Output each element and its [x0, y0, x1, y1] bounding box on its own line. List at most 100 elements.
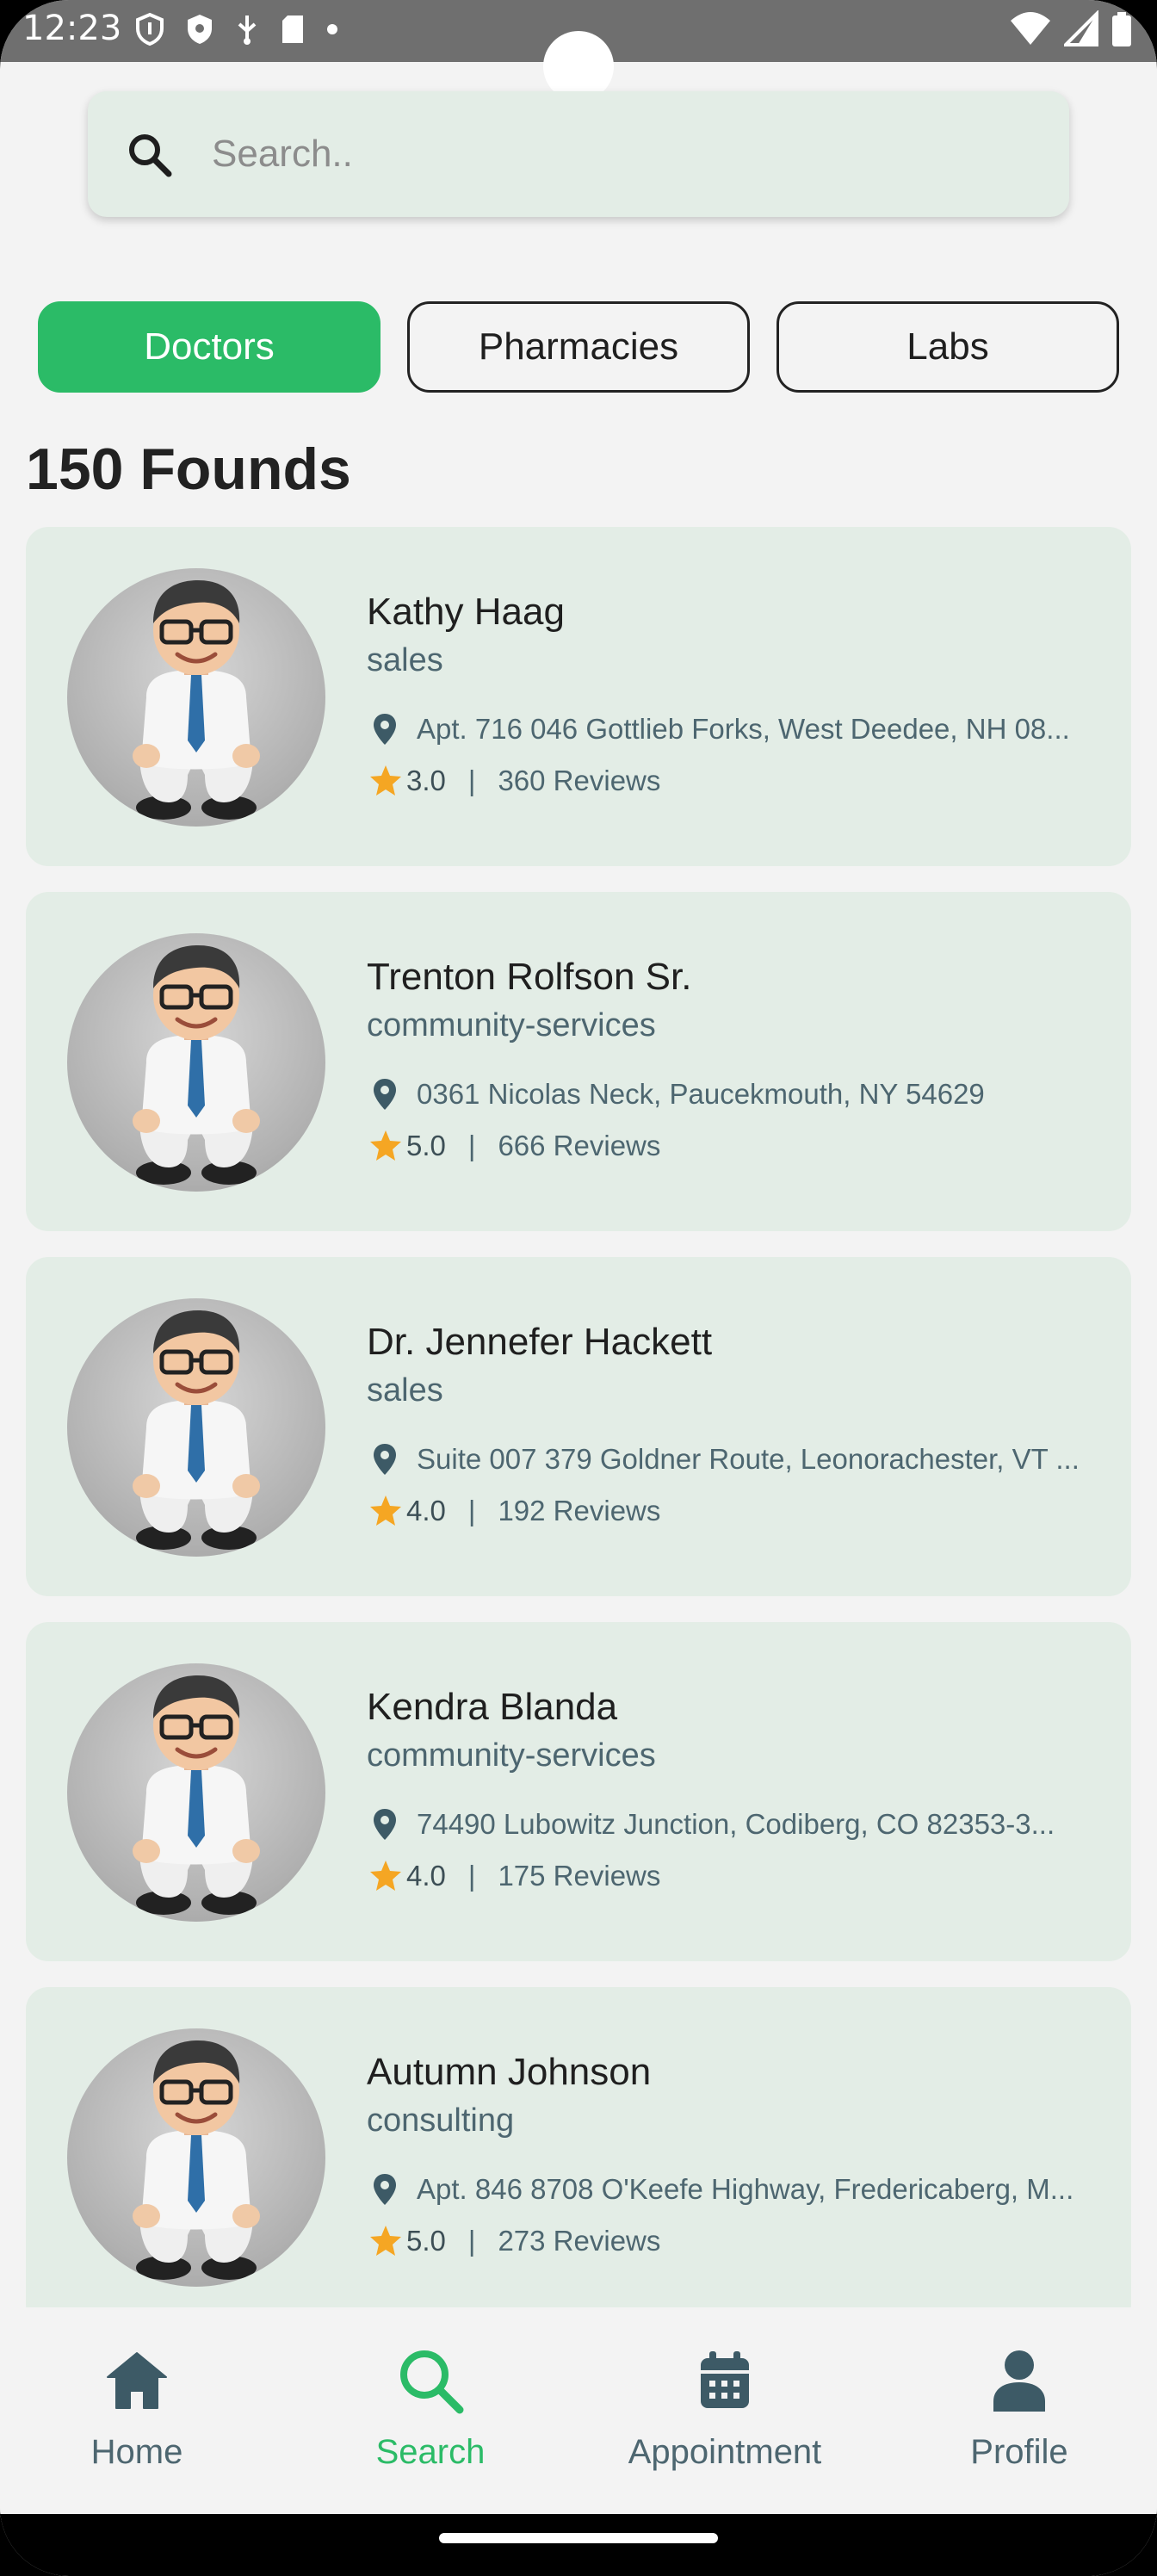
- review-count: 666 Reviews: [498, 1130, 661, 1161]
- star-icon: [370, 1495, 401, 1526]
- doctor-name: Kendra Blanda: [367, 1686, 618, 1728]
- result-card[interactable]: Trenton Rolfson Sr. community-services 0…: [26, 892, 1131, 1231]
- doctor-specialty: community-services: [367, 1007, 656, 1043]
- doctor-address: Apt. 846 8708 O'Keefe Highway, Frederica…: [372, 2170, 1112, 2209]
- location-pin-icon: [374, 2174, 396, 2205]
- usb-icon: [238, 15, 257, 45]
- doctor-name: Kathy Haag: [367, 591, 565, 633]
- rating-separator: |: [467, 1130, 476, 1161]
- result-card[interactable]: Dr. Jennefer Hackett sales Suite 007 379…: [26, 1257, 1131, 1596]
- home-icon: [107, 2352, 167, 2409]
- rating-value: 5.0: [406, 2225, 446, 2257]
- tab-doctors[interactable]: Doctors: [38, 301, 381, 393]
- shield-outline-icon: [136, 12, 164, 46]
- status-time: 12:23: [22, 9, 122, 48]
- doctor-name: Trenton Rolfson Sr.: [367, 956, 692, 998]
- doctor-address: 0361 Nicolas Neck, Paucekmouth, NY 54629: [372, 1074, 1112, 1114]
- dot-icon: [327, 24, 337, 34]
- rating-value: 4.0: [406, 1495, 446, 1526]
- result-card[interactable]: Kendra Blanda community-services 74490 L…: [26, 1622, 1131, 1961]
- category-tabs: Doctors Pharmacies Labs: [38, 301, 1119, 393]
- rating-value: 5.0: [406, 1130, 446, 1161]
- rating-separator: |: [467, 2225, 476, 2257]
- search-icon: [400, 2350, 464, 2414]
- person-icon: [993, 2350, 1045, 2412]
- sd-card-icon: [282, 15, 303, 43]
- star-icon: [370, 1130, 401, 1161]
- doctor-specialty: sales: [367, 642, 443, 678]
- rating-value: 4.0: [406, 1860, 446, 1892]
- search-icon: [129, 134, 172, 177]
- doctor-avatar: [67, 1298, 325, 1557]
- doctor-address: 74490 Lubowitz Junction, Codiberg, CO 82…: [372, 1805, 1112, 1844]
- nav-appointment-label: Appointment: [628, 2433, 822, 2471]
- doctor-avatar-illustration: [133, 1310, 260, 1550]
- nav-search[interactable]: Search: [301, 2344, 560, 2481]
- nav-profile-label: Profile: [970, 2433, 1068, 2471]
- star-icon: [370, 2226, 401, 2256]
- shield-filled-icon: [188, 15, 212, 44]
- location-pin-icon: [374, 1809, 396, 1840]
- doctor-avatar: [67, 568, 325, 827]
- doctor-address-text: 0361 Nicolas Neck, Paucekmouth, NY 54629: [417, 1078, 985, 1110]
- status-icons-left: [134, 12, 339, 46]
- search-bar[interactable]: [88, 91, 1069, 217]
- star-icon: [370, 1861, 401, 1891]
- phone-screen: 12:23 Doctors Pharmacies Labs 150 Founds: [0, 0, 1157, 2576]
- doctor-avatar-illustration: [133, 580, 260, 820]
- doctor-address: Suite 007 379 Goldner Route, Leonoraches…: [372, 1440, 1112, 1479]
- review-count: 360 Reviews: [498, 765, 661, 796]
- rating-separator: |: [467, 1860, 476, 1892]
- review-count: 192 Reviews: [498, 1495, 661, 1526]
- doctor-address-text: Apt. 846 8708 O'Keefe Highway, Frederica…: [417, 2173, 1074, 2205]
- doctor-name: Autumn Johnson: [367, 2051, 652, 2093]
- tab-labs[interactable]: Labs: [776, 301, 1119, 393]
- signal-icon: [1064, 10, 1098, 46]
- doctor-specialty: community-services: [367, 1737, 656, 1774]
- bottom-navigation: Home Search Appointment Profile: [0, 2307, 1157, 2514]
- rating-separator: |: [467, 765, 476, 796]
- doctor-specialty: consulting: [367, 2102, 515, 2139]
- result-card[interactable]: Autumn Johnson consulting Apt. 846 8708 …: [26, 1987, 1131, 2307]
- location-pin-icon: [374, 1079, 396, 1110]
- review-count: 175 Reviews: [498, 1860, 661, 1892]
- doctor-avatar-illustration: [133, 1675, 260, 1915]
- doctor-address: Apt. 716 046 Gottlieb Forks, West Deedee…: [372, 709, 1112, 749]
- calendar-icon: [701, 2351, 749, 2408]
- doctor-avatar: [67, 2028, 325, 2287]
- doctor-address-text: Suite 007 379 Goldner Route, Leonoraches…: [417, 1443, 1080, 1475]
- rating-value: 3.0: [406, 765, 446, 796]
- star-icon: [370, 765, 401, 796]
- doctor-name: Dr. Jennefer Hackett: [367, 1321, 713, 1363]
- doctor-avatar: [67, 933, 325, 1192]
- search-input[interactable]: [212, 121, 1038, 188]
- rating-separator: |: [467, 1495, 476, 1526]
- doctor-address-text: Apt. 716 046 Gottlieb Forks, West Deedee…: [417, 713, 1070, 745]
- tab-pharmacies[interactable]: Pharmacies: [407, 301, 750, 393]
- nav-profile[interactable]: Profile: [890, 2344, 1148, 2481]
- doctor-avatar: [67, 1663, 325, 1922]
- nav-home[interactable]: Home: [8, 2344, 266, 2481]
- results-list[interactable]: Kathy Haag sales Apt. 716 046 Gottlieb F…: [26, 527, 1131, 2307]
- nav-home-label: Home: [90, 2433, 183, 2471]
- doctor-avatar-illustration: [133, 945, 260, 1185]
- doctor-specialty: sales: [367, 1372, 443, 1409]
- doctor-avatar-illustration: [133, 2040, 260, 2280]
- doctor-address-text: 74490 Lubowitz Junction, Codiberg, CO 82…: [417, 1808, 1055, 1840]
- location-pin-icon: [374, 1444, 396, 1475]
- status-icons-right: [1009, 10, 1133, 48]
- battery-icon: [1112, 12, 1131, 46]
- doctor-rating: 5.0 | 273 Reviews: [368, 2221, 660, 2261]
- doctor-rating: 4.0 | 175 Reviews: [368, 1856, 660, 1896]
- doctor-rating: 3.0 | 360 Reviews: [368, 761, 660, 801]
- nav-search-label: Search: [375, 2433, 486, 2471]
- home-gesture-handle[interactable]: [439, 2533, 718, 2543]
- results-count-title: 150 Founds: [26, 437, 351, 502]
- nav-appointment[interactable]: Appointment: [596, 2344, 854, 2481]
- review-count: 273 Reviews: [498, 2225, 661, 2257]
- result-card[interactable]: Kathy Haag sales Apt. 716 046 Gottlieb F…: [26, 527, 1131, 866]
- gesture-navigation-area: [0, 2514, 1157, 2576]
- doctor-rating: 5.0 | 666 Reviews: [368, 1126, 660, 1166]
- wifi-icon: [1011, 12, 1050, 45]
- location-pin-icon: [374, 714, 396, 745]
